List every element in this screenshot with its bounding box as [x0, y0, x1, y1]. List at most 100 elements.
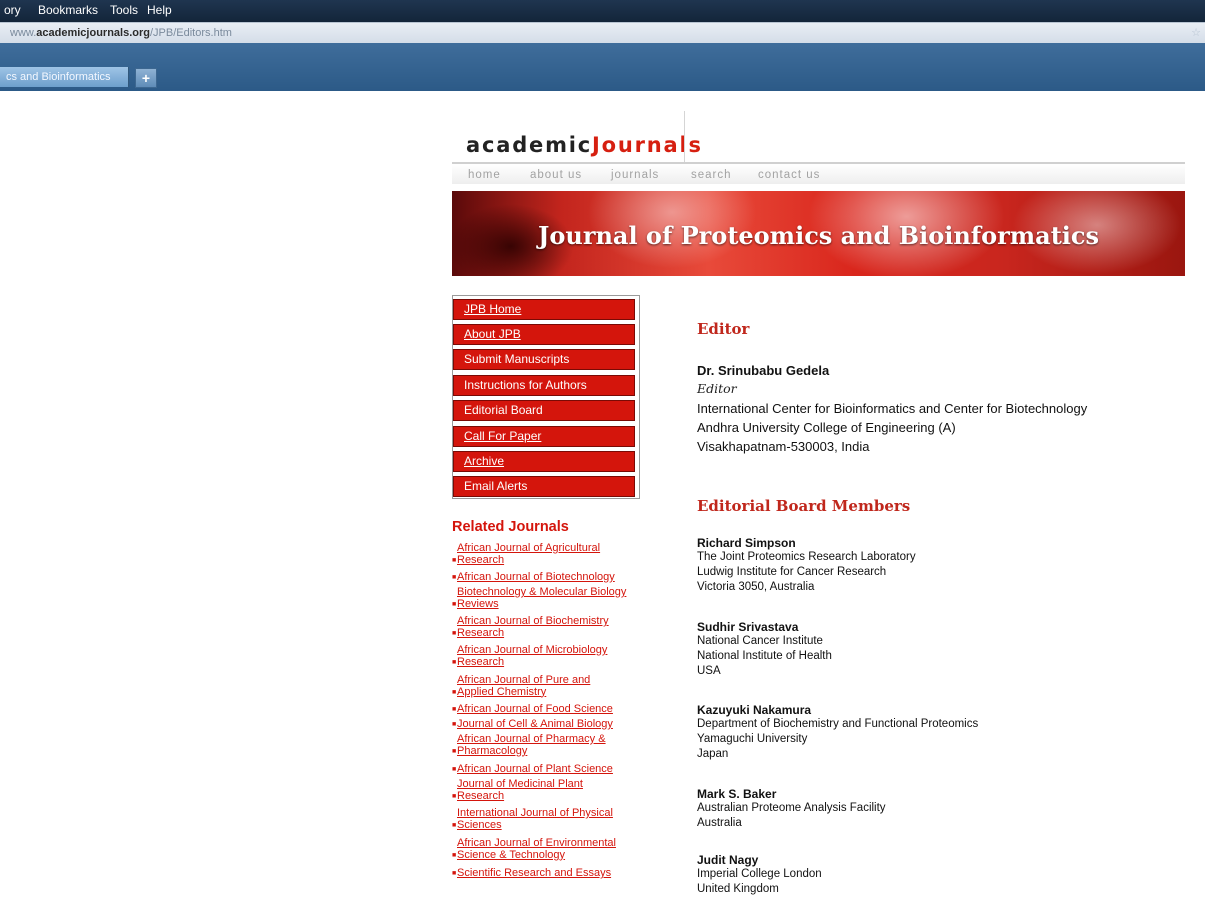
menu-instructions-for-authors[interactable]: Instructions for Authors: [453, 375, 635, 396]
related-journal-link[interactable]: ■ International Journal of Physical Scienc…: [452, 807, 613, 831]
board-member: Judit Nagy Imperial College London Unite…: [697, 853, 1167, 897]
related-journal-link[interactable]: ■ Scientific Research and Essays: [452, 867, 611, 880]
menu-label: Archive: [464, 454, 505, 468]
related-journal-link[interactable]: ■ African Journal of Plant Science: [452, 763, 613, 776]
related-journal-link[interactable]: ■ African Journal of Pharmacy & Pharmacolo…: [452, 733, 606, 757]
related-journals-title: Related Journals: [452, 519, 569, 535]
editorial-board-heading: Editorial Board Members: [697, 497, 911, 515]
member-affiliation: Yamaguchi University: [697, 733, 808, 745]
bullet-icon: ■: [452, 688, 457, 696]
bullet-icon: ■: [452, 658, 457, 666]
url-prefix: www.: [10, 27, 37, 39]
member-affiliation: Australian Proteome Analysis Facility: [697, 802, 886, 814]
browser-menubar: ory Bookmarks Tools Help: [0, 0, 1205, 22]
related-journal-link[interactable]: ■ African Journal of Pure and Applied Chem…: [452, 674, 590, 698]
member-location: USA: [697, 665, 721, 677]
member-name: Richard Simpson: [697, 536, 796, 550]
member-affiliation: Department of Biochemistry and Functiona…: [697, 718, 979, 730]
member-location: Victoria 3050, Australia: [697, 581, 815, 593]
related-journal-link[interactable]: ■ Biotechnology & Molecular Biology Review…: [452, 586, 626, 610]
bullet-icon: ■: [452, 766, 457, 773]
menu-label: Call For Paper: [464, 429, 542, 443]
menu-label: Email Alerts: [464, 479, 528, 493]
menu-label: Submit Manuscripts: [464, 352, 570, 366]
menu-editorial-board[interactable]: Editorial Board: [453, 400, 635, 421]
member-affiliation: The Joint Proteomics Research Laboratory: [697, 551, 916, 563]
url-path: /JPB/Editors.htm: [150, 27, 232, 39]
tab-label: cs and Bioinformatics: [6, 71, 111, 83]
editor-name: Dr. Srinubabu Gedela: [697, 363, 830, 378]
editor-affiliation: International Center for Bioinformatics …: [697, 401, 1088, 416]
bookmark-star-icon[interactable]: ☆: [1191, 26, 1201, 39]
member-name: Mark S. Baker: [697, 787, 777, 801]
menu-bookmarks[interactable]: Bookmarks: [38, 3, 98, 17]
bullet-icon: ■: [452, 629, 457, 637]
address-bar[interactable]: www.academicjournals.org/JPB/Editors.htm…: [0, 22, 1205, 44]
member-location: Japan: [697, 748, 729, 760]
bullet-icon: ■: [452, 574, 457, 581]
bullet-icon: ■: [452, 870, 457, 877]
editor-role: Editor: [697, 381, 737, 396]
menu-label: JPB Home: [464, 302, 522, 316]
journal-banner: Journal of Proteomics and Bioinformatics: [452, 191, 1185, 276]
editor-address: Visakhapatnam-530003, India: [697, 439, 870, 454]
related-journal-link[interactable]: ■ African Journal of Food Science: [452, 703, 613, 716]
editor-affiliation: Andhra University College of Engineering…: [697, 420, 956, 435]
nav-contact-us[interactable]: contact us: [758, 169, 820, 181]
menu-jpb-home[interactable]: JPB Home: [453, 299, 635, 320]
bullet-icon: ■: [452, 821, 457, 829]
nav-home[interactable]: home: [468, 169, 501, 181]
member-name: Judit Nagy: [697, 853, 759, 867]
menu-label: About JPB: [464, 327, 521, 341]
menu-email-alerts[interactable]: Email Alerts: [453, 476, 635, 497]
board-member: Kazuyuki Nakamura Department of Biochemi…: [697, 703, 1167, 762]
menu-label: Instructions for Authors: [464, 378, 587, 392]
member-name: Sudhir Srivastava: [697, 620, 799, 634]
nav-about-us[interactable]: about us: [530, 169, 582, 181]
logo-academic: academic: [466, 133, 592, 157]
menu-history[interactable]: ory: [4, 3, 21, 17]
board-member: Sudhir Srivastava National Cancer Instit…: [697, 620, 1167, 679]
menu-archive[interactable]: Archive: [453, 451, 635, 472]
member-affiliation: Ludwig Institute for Cancer Research: [697, 566, 887, 578]
bullet-icon: ■: [452, 706, 457, 713]
related-journal-link[interactable]: ■ Journal of Medicinal Plant Research: [452, 778, 583, 802]
banner-title: Journal of Proteomics and Bioinformatics: [538, 221, 1100, 250]
logo-journals: Journals: [592, 133, 703, 157]
bullet-icon: ■: [452, 851, 457, 859]
member-location: Australia: [697, 817, 742, 829]
site-logo[interactable]: academicJournals: [466, 133, 703, 157]
related-journal-link[interactable]: ■ African Journal of Biotechnology: [452, 571, 615, 584]
related-journal-link[interactable]: ■ African Journal of Microbiology Researc…: [452, 644, 607, 668]
address-url[interactable]: www.academicjournals.org/JPB/Editors.htm: [10, 27, 232, 39]
member-location: United Kingdom: [697, 883, 779, 895]
related-journal-link[interactable]: ■ African Journal of Environmental Science…: [452, 837, 616, 861]
new-tab-button[interactable]: +: [135, 68, 157, 88]
bullet-icon: ■: [452, 792, 457, 800]
bullet-icon: ■: [452, 747, 457, 755]
menu-label: Editorial Board: [464, 403, 543, 417]
menu-call-for-paper[interactable]: Call For Paper: [453, 426, 635, 447]
member-name: Kazuyuki Nakamura: [697, 703, 812, 717]
tab-active[interactable]: cs and Bioinformatics: [0, 67, 129, 87]
menu-about-jpb[interactable]: About JPB: [453, 324, 635, 345]
board-member: Richard Simpson The Joint Proteomics Res…: [697, 536, 1167, 595]
bullet-icon: ■: [452, 721, 457, 728]
member-affiliation: Imperial College London: [697, 868, 822, 880]
member-affiliation: National Cancer Institute: [697, 635, 823, 647]
bullet-icon: ■: [452, 600, 457, 608]
editor-heading: Editor: [697, 320, 750, 338]
member-affiliation: National Institute of Health: [697, 650, 832, 662]
related-journal-link[interactable]: ■ African Journal of Agricultural Research: [452, 542, 600, 566]
nav-search[interactable]: search: [691, 169, 732, 181]
menu-submit-manuscripts[interactable]: Submit Manuscripts: [453, 349, 635, 370]
board-member: Mark S. Baker Australian Proteome Analys…: [697, 787, 1167, 831]
nav-journals[interactable]: journals: [611, 169, 659, 181]
menu-help[interactable]: Help: [147, 3, 172, 17]
bullet-icon: ■: [452, 556, 457, 564]
header-divider: [684, 111, 685, 163]
menu-tools[interactable]: Tools: [110, 3, 138, 17]
url-domain: academicjournals.org: [36, 27, 150, 39]
related-journal-link[interactable]: ■ African Journal of Biochemistry Research: [452, 615, 609, 639]
related-journal-link[interactable]: ■ Journal of Cell & Animal Biology: [452, 718, 613, 731]
